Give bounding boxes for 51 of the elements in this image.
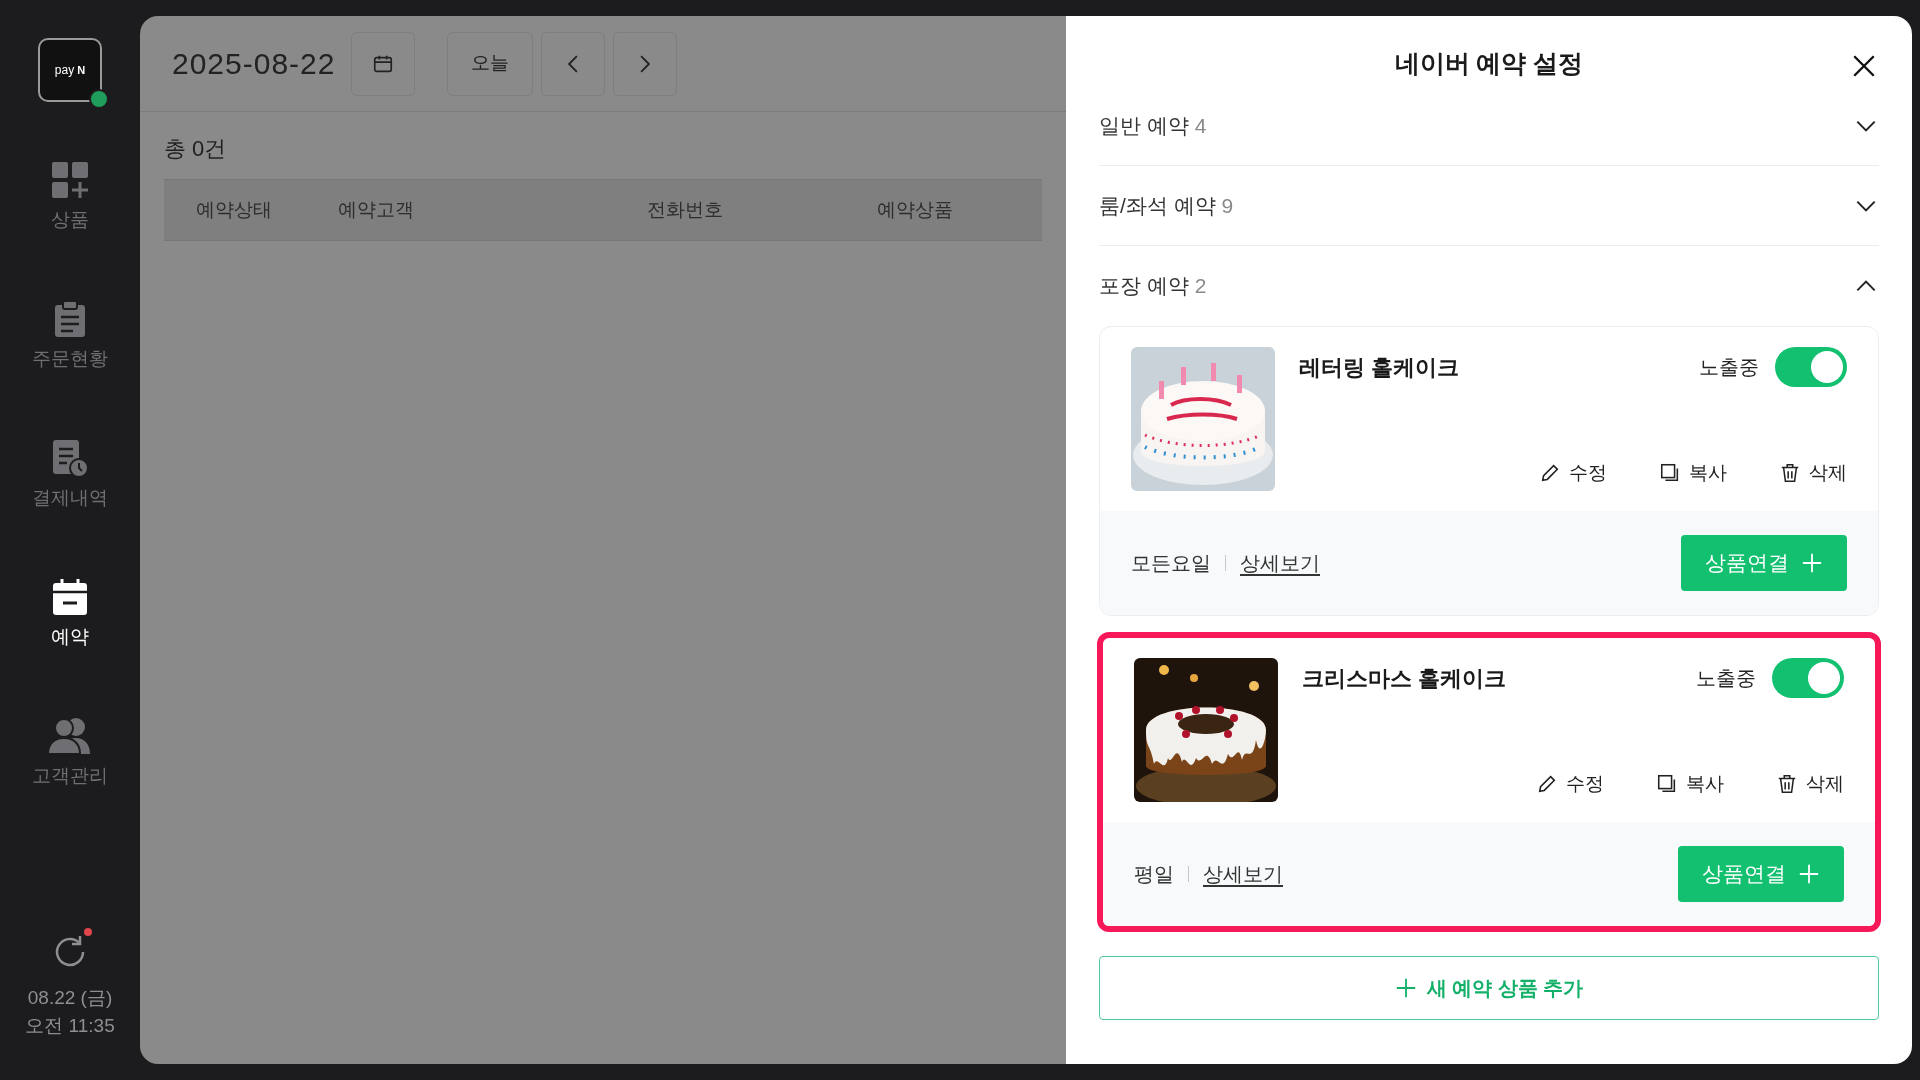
copy-button[interactable]: 복사: [1656, 769, 1724, 798]
status-label: 노출중: [1699, 355, 1759, 380]
column-header: 전화번호: [646, 197, 724, 222]
trash-icon: [1776, 772, 1798, 795]
trash-icon: [1779, 461, 1801, 484]
calendar-icon: [50, 577, 90, 617]
next-button[interactable]: [613, 31, 678, 96]
today-button[interactable]: 오늘: [447, 31, 534, 96]
close-icon: [1851, 53, 1877, 79]
column-header: 예약상태: [195, 197, 273, 222]
section-header[interactable]: 룸/좌석 예약 9: [1099, 166, 1879, 246]
status-label: 노출중: [1696, 666, 1756, 691]
copy-button[interactable]: 복사: [1659, 458, 1727, 487]
edit-button[interactable]: 수정: [1536, 769, 1604, 798]
time-text: 오전 11:35: [25, 1014, 115, 1038]
product-name: 크리스마스 홀케이크: [1302, 665, 1507, 693]
section-title: 룸/좌석 예약 9: [1099, 192, 1234, 219]
logo-mark: N: [77, 62, 86, 78]
detail-link[interactable]: 상세보기: [1203, 859, 1283, 889]
column-header: 예약고객: [338, 197, 415, 222]
plus-icon: [1798, 863, 1820, 885]
copy-icon: [1659, 461, 1681, 484]
nav-item[interactable]: 예약: [10, 577, 130, 716]
panel-title: 네이버 예약 설정: [1394, 48, 1584, 80]
previous-button[interactable]: [541, 31, 606, 96]
calendar-button[interactable]: [351, 31, 416, 96]
column-header: 예약상품: [876, 197, 954, 222]
plus-icon: [1801, 552, 1823, 574]
visibility-toggle[interactable]: [1772, 658, 1844, 698]
section-title: 포장 예약 2: [1099, 273, 1207, 300]
edit-button[interactable]: 수정: [1539, 458, 1607, 487]
detail-link[interactable]: 상세보기: [1240, 548, 1320, 578]
plus-icon: [1394, 977, 1417, 999]
logo-text: pay: [54, 62, 75, 79]
chevron-right-icon: [640, 54, 651, 73]
receipt-clock-icon: [50, 438, 90, 478]
grid-plus-icon: [50, 160, 90, 200]
total-count: 총 0건: [163, 135, 228, 163]
delete-button[interactable]: 삭제: [1776, 769, 1844, 798]
product-name: 레터링 홀케이크: [1299, 354, 1460, 382]
copy-icon: [1656, 772, 1678, 795]
delete-button[interactable]: 삭제: [1779, 458, 1847, 487]
schedule-text: 모든요일: [1131, 551, 1211, 576]
section-title: 일반 예약 4: [1099, 112, 1207, 139]
date-text: 08.22 (금): [27, 986, 113, 1010]
date-title: 2025-08-22: [172, 46, 336, 82]
visibility-toggle[interactable]: [1775, 347, 1847, 387]
section-header[interactable]: 일반 예약 4: [1099, 86, 1879, 166]
chevron-left-icon: [568, 54, 579, 73]
section-header[interactable]: 포장 예약 2: [1099, 246, 1879, 326]
schedule-text: 평일: [1134, 862, 1174, 887]
